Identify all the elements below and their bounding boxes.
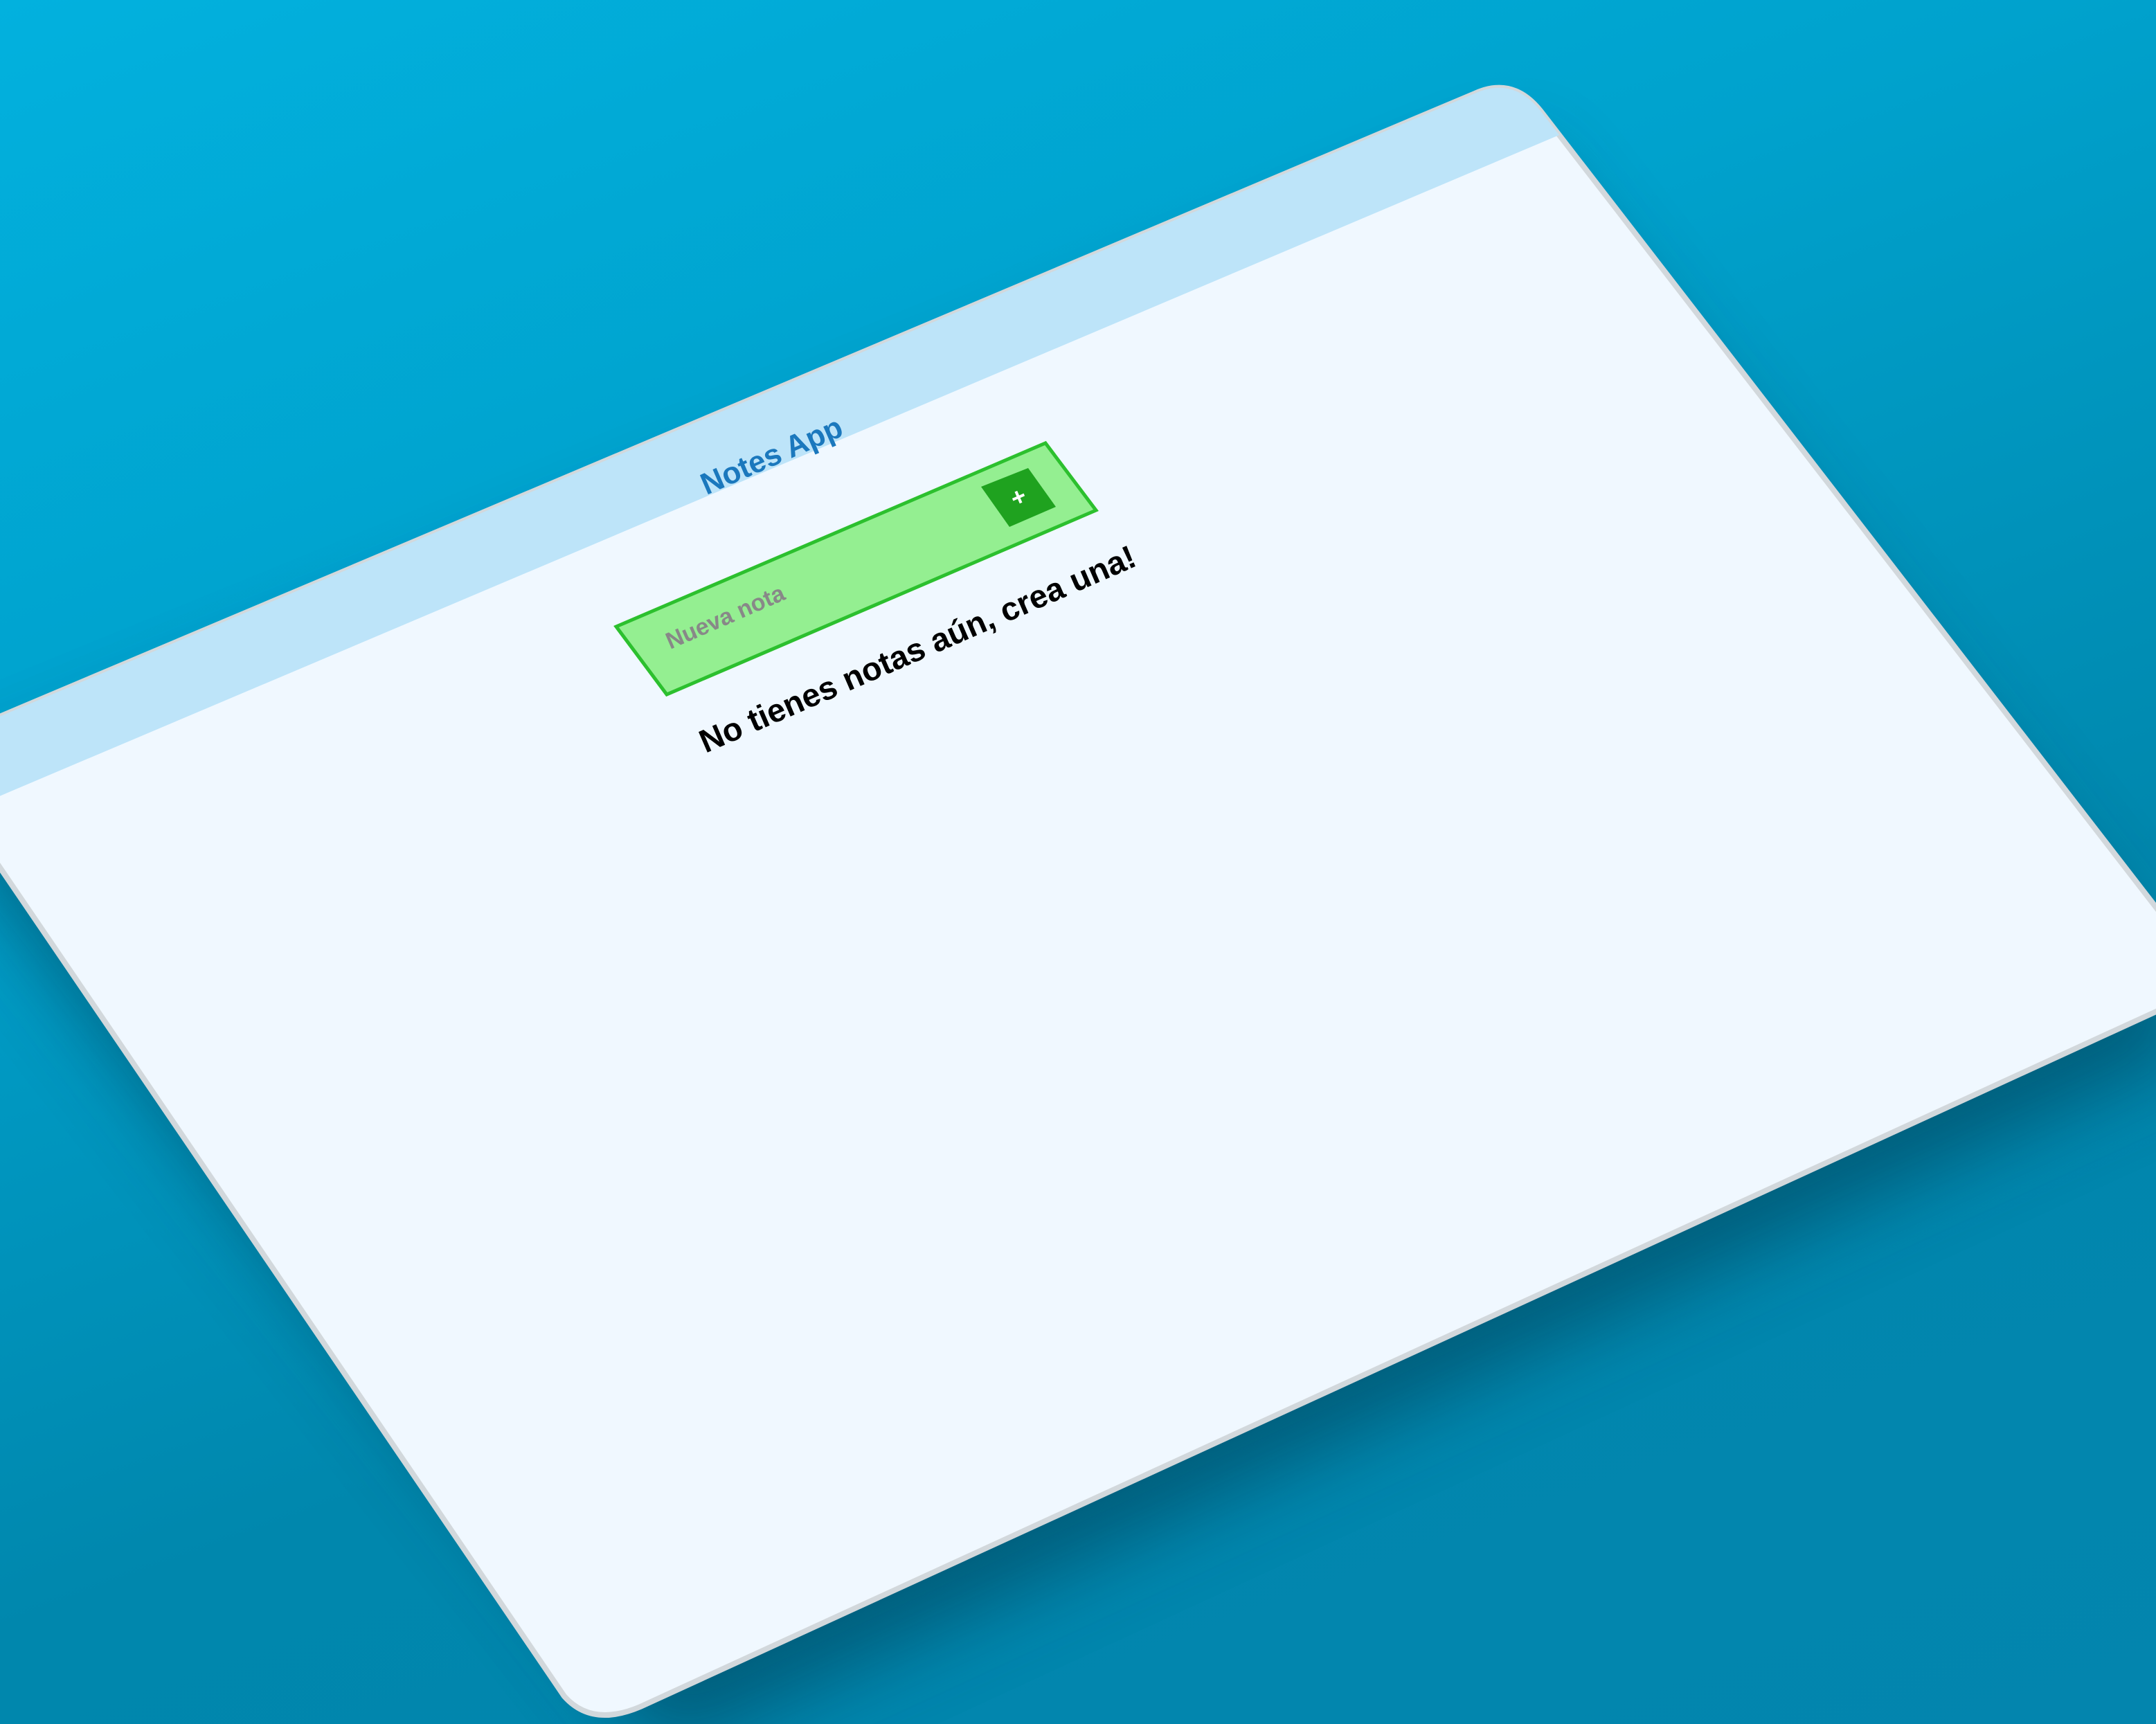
app-window: Notes App Nueva nota + No tienes notas a… — [0, 84, 2156, 1718]
app-scene: Notes App Nueva nota + No tienes notas a… — [0, 84, 2156, 1724]
